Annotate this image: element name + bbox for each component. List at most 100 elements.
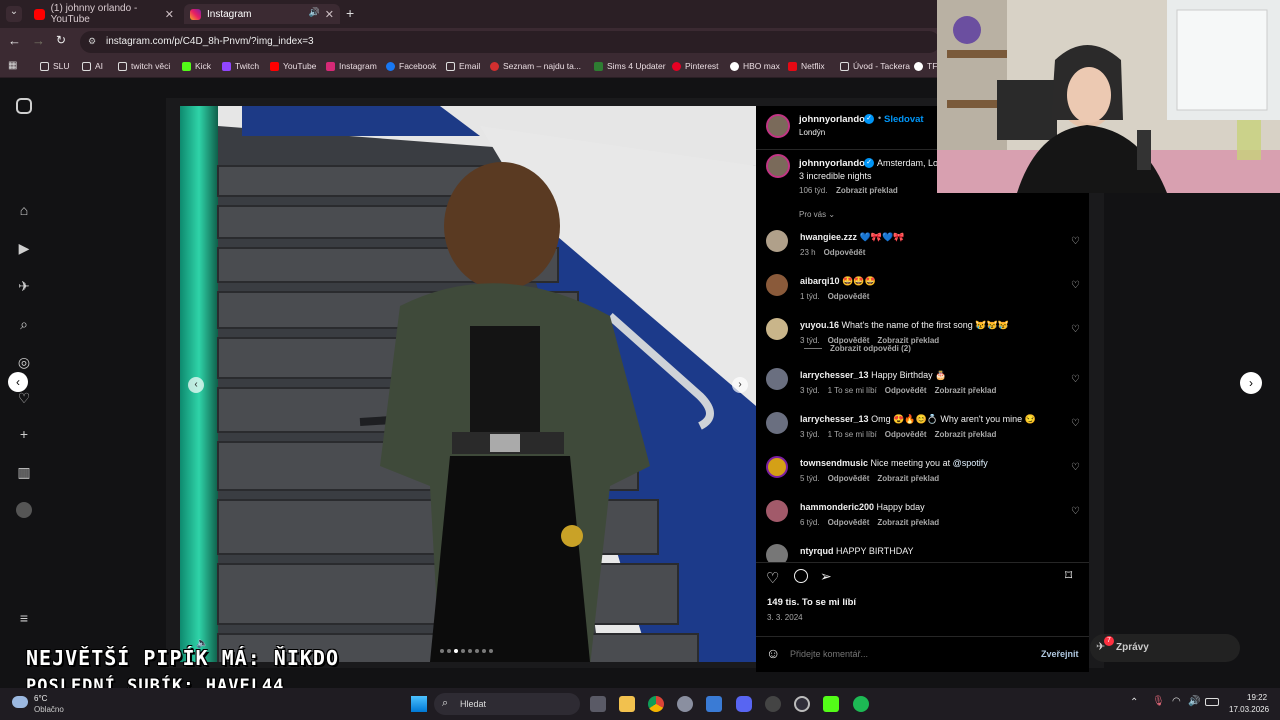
- tray-chevron-icon[interactable]: ⌃: [1130, 697, 1138, 708]
- commenter-avatar[interactable]: [766, 544, 788, 562]
- comment-username[interactable]: aibarqi10: [800, 276, 840, 286]
- save-icon[interactable]: ⌑: [1065, 567, 1072, 584]
- bookmark-link[interactable]: Kick: [182, 61, 211, 71]
- reply-link[interactable]: Odpovědět: [885, 386, 927, 395]
- comment-input[interactable]: [790, 645, 1020, 663]
- battery-icon[interactable]: [1205, 698, 1219, 706]
- bookmark-link[interactable]: Úvod - Tackera: [840, 61, 910, 71]
- emoji-icon[interactable]: ☺: [766, 645, 780, 661]
- like-icon[interactable]: ♡: [766, 569, 779, 587]
- like-comment-icon[interactable]: ♡: [1071, 236, 1080, 247]
- reply-link[interactable]: Odpovědět: [824, 248, 866, 257]
- dashboard-icon[interactable]: ▥: [16, 464, 32, 480]
- settings-icon[interactable]: [677, 696, 693, 712]
- speaker-icon[interactable]: 🔊: [309, 7, 320, 18]
- comment-username[interactable]: larrychesser_13: [800, 370, 869, 380]
- discord-icon[interactable]: [736, 696, 752, 712]
- explore-icon[interactable]: ◎: [16, 354, 32, 370]
- spotify-icon[interactable]: [853, 696, 869, 712]
- post-location[interactable]: Londýn: [799, 128, 825, 137]
- author-username[interactable]: johnnyorlando: [799, 114, 865, 125]
- commenter-avatar[interactable]: [766, 456, 788, 478]
- file-explorer-icon[interactable]: [619, 696, 635, 712]
- sort-comments-dropdown[interactable]: Pro vás ⌄: [799, 210, 835, 219]
- comment-username[interactable]: hammonderic200: [800, 502, 874, 512]
- reply-link[interactable]: Odpovědět: [828, 292, 870, 301]
- share-icon[interactable]: ➢: [820, 568, 832, 585]
- bookmark-folder[interactable]: AI: [82, 61, 103, 71]
- comment-icon[interactable]: [794, 569, 808, 583]
- back-icon[interactable]: ←: [8, 33, 21, 48]
- tab-youtube[interactable]: (1) johnny orlando - YouTube ✕: [28, 3, 180, 25]
- reply-link[interactable]: Odpovědět: [828, 518, 870, 527]
- commenter-avatar[interactable]: [766, 318, 788, 340]
- close-tab-icon[interactable]: ✕: [165, 8, 174, 21]
- address-bar[interactable]: ⚙ instagram.com/p/C4D_8h-Pnvm/?img_index…: [80, 31, 940, 53]
- comment-username[interactable]: townsendmusic: [800, 458, 868, 468]
- taskbar-search[interactable]: ⌕ Hledat: [434, 693, 580, 715]
- previous-post-button[interactable]: ‹: [8, 372, 28, 392]
- comment-username[interactable]: ntyrqud: [800, 546, 834, 556]
- post-image[interactable]: ‹ › 🔈: [180, 106, 756, 662]
- tab-instagram[interactable]: Instagram 🔊 ✕: [184, 4, 340, 24]
- commenter-avatar[interactable]: [766, 230, 788, 252]
- bookmark-link[interactable]: Sims 4 Updater: [594, 61, 666, 71]
- new-tab-icon[interactable]: +: [346, 5, 354, 21]
- bookmark-folder[interactable]: twitch věci: [118, 61, 170, 71]
- reload-icon[interactable]: ↻: [56, 33, 66, 47]
- reply-link[interactable]: Odpovědět: [885, 430, 927, 439]
- carousel-prev-button[interactable]: ‹: [188, 377, 204, 393]
- forward-icon[interactable]: →: [32, 33, 45, 48]
- translate-link[interactable]: Zobrazit překlad: [877, 474, 939, 483]
- profile-icon[interactable]: [16, 502, 32, 518]
- search-icon[interactable]: ⌕: [16, 316, 32, 332]
- weather-icon[interactable]: [12, 696, 28, 708]
- commenter-avatar[interactable]: [766, 368, 788, 390]
- bookmark-link[interactable]: Twitch: [222, 61, 259, 71]
- caption-avatar[interactable]: [766, 154, 790, 178]
- bookmark-link[interactable]: Email: [446, 61, 480, 71]
- commenter-avatar[interactable]: [766, 500, 788, 522]
- like-comment-icon[interactable]: ♡: [1071, 418, 1080, 429]
- view-replies-link[interactable]: Zobrazit odpovědi (2): [804, 344, 911, 353]
- caption-translate-link[interactable]: Zobrazit překlad: [836, 186, 898, 195]
- start-button-icon[interactable]: [411, 696, 427, 712]
- like-comment-icon[interactable]: ♡: [1071, 280, 1080, 291]
- home-icon[interactable]: ⌂: [16, 202, 32, 218]
- microphone-icon[interactable]: 🎙: [1152, 696, 1165, 707]
- close-tab-icon[interactable]: ✕: [325, 8, 334, 21]
- publish-button[interactable]: Zveřejnit: [1041, 649, 1079, 659]
- messages-icon[interactable]: ✈: [16, 278, 32, 294]
- translate-link[interactable]: Zobrazit překlad: [877, 518, 939, 527]
- like-comment-icon[interactable]: ♡: [1071, 324, 1080, 335]
- bookmark-link[interactable]: HBO max: [730, 61, 780, 71]
- apps-grid-icon[interactable]: ▦: [8, 60, 17, 71]
- messages-pill[interactable]: ✈ 7 Zprávy: [1090, 634, 1240, 662]
- chrome-icon[interactable]: [648, 696, 664, 712]
- bookmark-link[interactable]: Facebook: [386, 61, 436, 71]
- bookmark-link[interactable]: YouTube: [270, 61, 316, 71]
- reels-icon[interactable]: ▶: [16, 240, 32, 256]
- reply-link[interactable]: Odpovědět: [828, 474, 870, 483]
- like-comment-icon[interactable]: ♡: [1071, 374, 1080, 385]
- notifications-icon[interactable]: ♡: [16, 390, 32, 406]
- comment-username[interactable]: yuyou.16: [800, 320, 839, 330]
- caption-username[interactable]: johnnyorlando: [799, 158, 865, 169]
- translate-link[interactable]: Zobrazit překlad: [935, 386, 997, 395]
- mention-link[interactable]: @spotify: [953, 458, 988, 468]
- bookmark-link[interactable]: Pinterest: [672, 61, 719, 71]
- photos-icon[interactable]: [706, 696, 722, 712]
- menu-icon[interactable]: ≡: [16, 610, 32, 626]
- kick-app-icon[interactable]: [823, 696, 839, 712]
- clock-date[interactable]: 17.03.2026: [1229, 705, 1269, 714]
- commenter-avatar[interactable]: [766, 412, 788, 434]
- translate-link[interactable]: Zobrazit překlad: [935, 430, 997, 439]
- create-icon[interactable]: +: [16, 426, 32, 442]
- author-avatar[interactable]: [766, 114, 790, 138]
- obs-icon[interactable]: [794, 696, 810, 712]
- bookmark-link[interactable]: Netflix: [788, 61, 825, 71]
- bookmark-link[interactable]: Seznam – najdu ta...: [490, 61, 581, 71]
- like-comment-icon[interactable]: ♡: [1071, 506, 1080, 517]
- follow-button[interactable]: Sledovat: [884, 114, 924, 125]
- comment-username[interactable]: larrychesser_13: [800, 414, 869, 424]
